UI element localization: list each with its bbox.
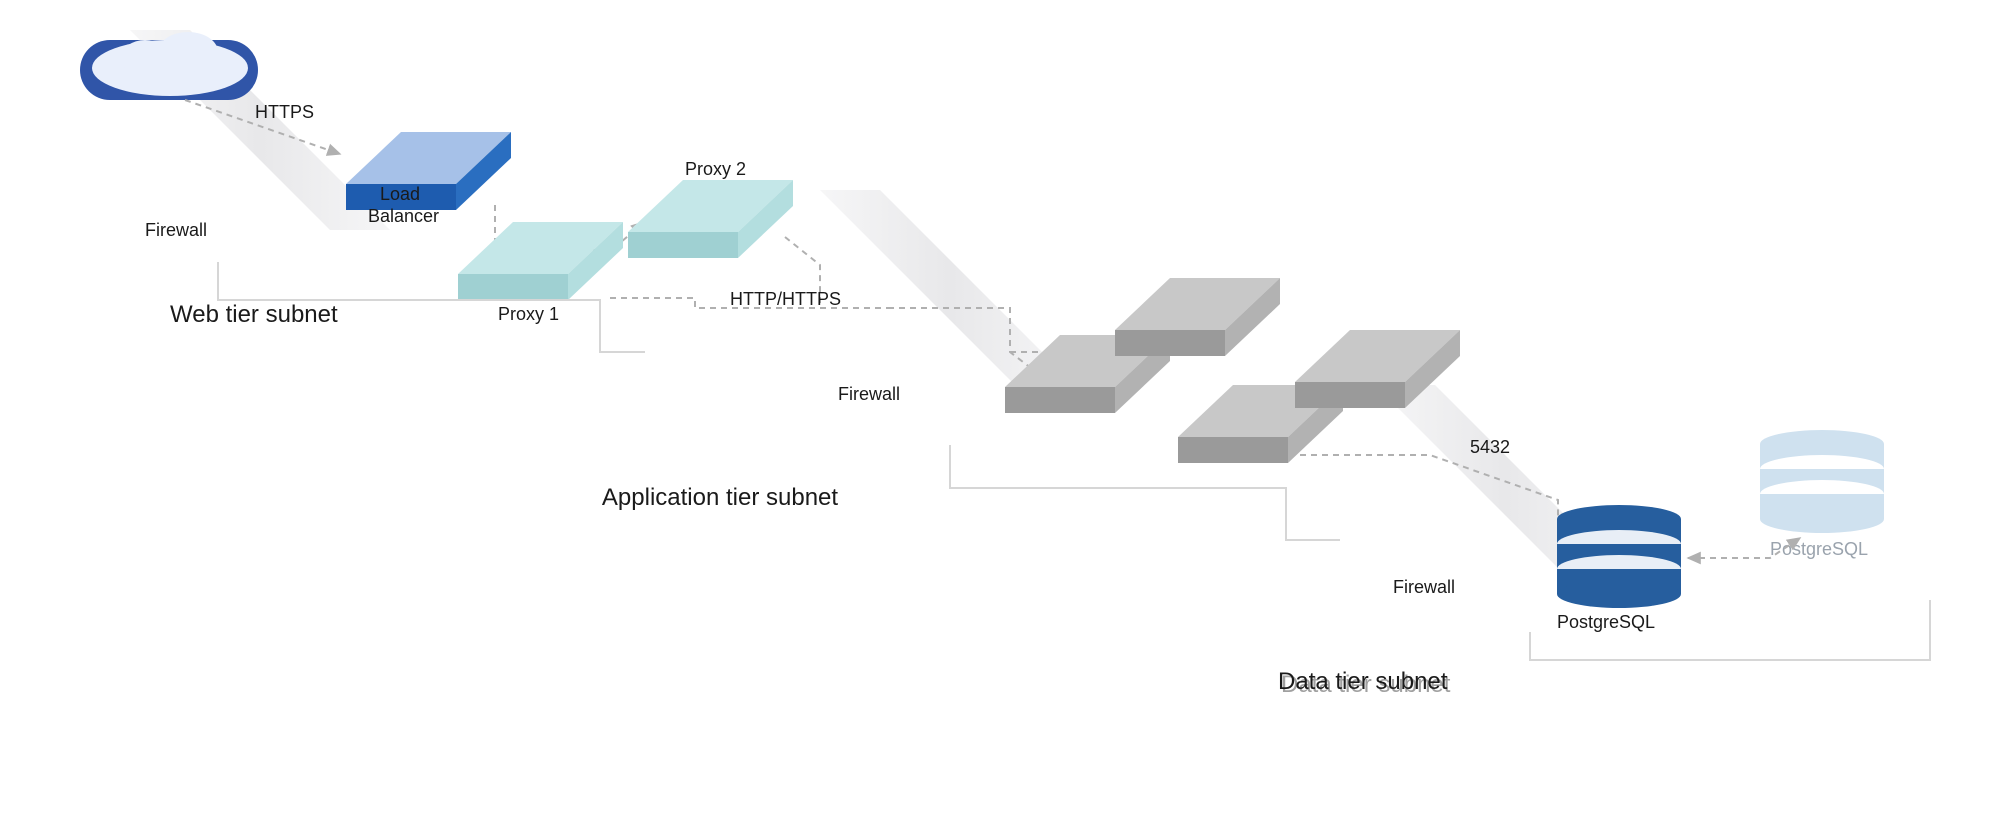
postgres1-label: PostgreSQL — [1557, 612, 1655, 632]
cloud-icon — [80, 32, 258, 100]
app-server-2 — [1115, 278, 1280, 356]
proxy2-label: Proxy 2 — [685, 159, 746, 179]
postgresql-primary — [1557, 505, 1681, 608]
architecture-diagram: Firewall Firewall Firewall HTTPS Load Ba… — [0, 0, 1999, 836]
firewall-2-label: Firewall — [838, 384, 900, 404]
proxy-1 — [458, 222, 623, 300]
postgresql-secondary — [1760, 430, 1884, 533]
lb-label-2: Balancer — [368, 206, 439, 226]
load-balancer — [346, 132, 511, 210]
web-tier-label: Web tier subnet — [170, 301, 338, 328]
data-tier-label: Data tier subnet — [1278, 668, 1448, 695]
port-label: 5432 — [1470, 437, 1510, 457]
proxy1-label: Proxy 1 — [498, 304, 559, 324]
firewall-1-label: Firewall — [145, 220, 207, 240]
proxy-2 — [628, 180, 793, 258]
http-https-label: HTTP/HTTPS — [730, 289, 841, 309]
lb-label-1: Load — [380, 184, 420, 204]
app-tier-label: Application tier subnet — [602, 484, 838, 511]
firewall-3-label: Firewall — [1393, 577, 1455, 597]
https-label: HTTPS — [255, 102, 314, 122]
